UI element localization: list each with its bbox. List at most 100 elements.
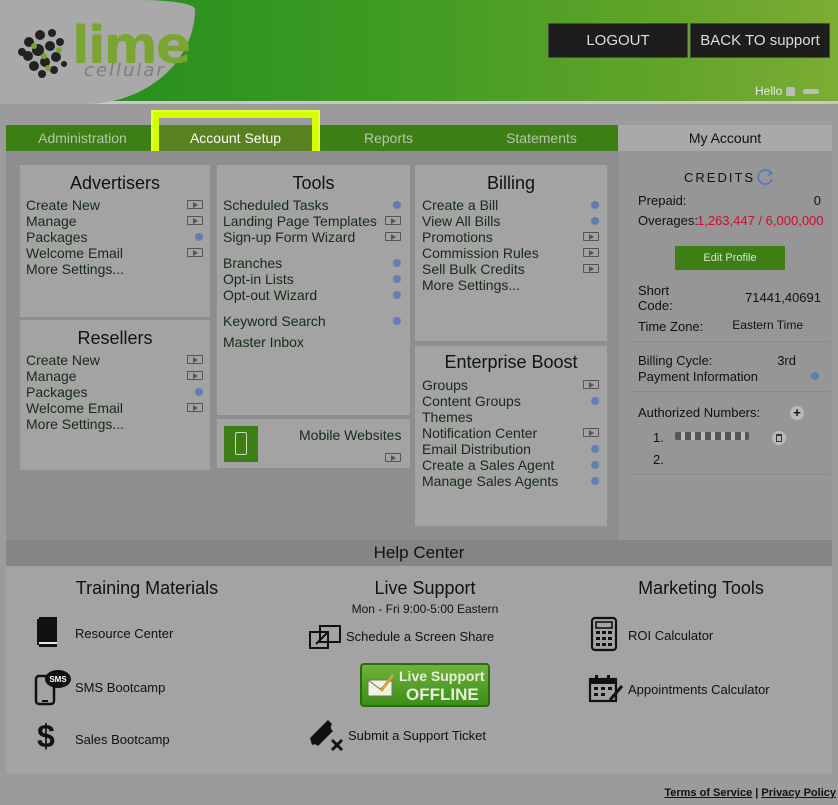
video-icon[interactable]: [583, 380, 599, 389]
billing-panel: Billing Create a Bill View All Bills Pro…: [415, 165, 607, 341]
video-icon[interactable]: [583, 428, 599, 437]
landing-page-templates-link[interactable]: Landing Page Templates: [223, 213, 377, 229]
mobile-phone-icon[interactable]: [224, 426, 258, 462]
advertisers-panel: Advertisers Create New Manage Packages W…: [20, 165, 210, 317]
roi-calculator-link[interactable]: ROI Calculator: [628, 628, 713, 643]
logo-subtitle: cellular: [84, 60, 166, 81]
resellers-packages-link[interactable]: Packages: [26, 384, 87, 400]
mobile-websites-link[interactable]: Mobile Websites: [299, 427, 401, 443]
signup-form-wizard-link[interactable]: Sign-up Form Wizard: [223, 229, 355, 245]
info-icon[interactable]: [195, 388, 203, 396]
billing-more-settings-link[interactable]: More Settings...: [422, 277, 520, 293]
content-groups-link[interactable]: Content Groups: [422, 393, 521, 409]
video-icon[interactable]: [187, 248, 203, 257]
email-distribution-link[interactable]: Email Distribution: [422, 441, 531, 457]
video-icon[interactable]: [187, 371, 203, 380]
groups-link[interactable]: Groups: [422, 377, 468, 393]
themes-link[interactable]: Themes: [422, 409, 473, 425]
info-icon[interactable]: [811, 372, 819, 380]
info-icon[interactable]: [591, 201, 599, 209]
scheduled-tasks-link[interactable]: Scheduled Tasks: [223, 197, 329, 213]
video-icon[interactable]: [187, 200, 203, 209]
advertisers-create-new-link[interactable]: Create New: [26, 197, 100, 213]
notification-center-link[interactable]: Notification Center: [422, 425, 537, 441]
resource-center-link[interactable]: Resource Center: [75, 626, 173, 641]
resellers-welcome-email-link[interactable]: Welcome Email: [26, 400, 123, 416]
privacy-policy-link[interactable]: Privacy Policy: [761, 787, 836, 799]
appointments-calculator-link[interactable]: Appointments Calculator: [628, 682, 770, 697]
book-icon[interactable]: [35, 616, 59, 648]
keyword-search-link[interactable]: Keyword Search: [223, 313, 326, 329]
payment-information-link[interactable]: Payment Information: [638, 369, 758, 384]
resellers-more-settings-link[interactable]: More Settings...: [26, 416, 124, 432]
edit-profile-button[interactable]: Edit Profile: [675, 246, 785, 270]
tab-administration[interactable]: Administration: [6, 125, 159, 151]
video-icon[interactable]: [187, 355, 203, 364]
screen-share-icon[interactable]: [308, 624, 342, 650]
info-icon[interactable]: [591, 461, 599, 469]
promotions-link[interactable]: Promotions: [422, 229, 493, 245]
opt-in-lists-link[interactable]: Opt-in Lists: [223, 271, 294, 287]
branches-link[interactable]: Branches: [223, 255, 282, 271]
back-to-support-button[interactable]: BACK TO support: [690, 23, 830, 58]
info-icon[interactable]: [195, 233, 203, 241]
create-a-bill-link[interactable]: Create a Bill: [422, 197, 498, 213]
sales-bootcamp-link[interactable]: Sales Bootcamp: [75, 732, 170, 747]
info-icon[interactable]: [393, 291, 401, 299]
info-icon[interactable]: [393, 201, 401, 209]
manage-sales-agents-link[interactable]: Manage Sales Agents: [422, 473, 558, 489]
video-icon[interactable]: [187, 403, 203, 412]
advertisers-title: Advertisers: [69, 173, 161, 193]
enterprise-boost-title: Enterprise Boost: [444, 352, 578, 372]
calculator-icon[interactable]: [590, 616, 618, 652]
logo[interactable]: lime cellular: [0, 0, 195, 104]
tab-statements[interactable]: Statements: [465, 125, 618, 151]
video-icon[interactable]: [583, 264, 599, 273]
info-icon[interactable]: [393, 317, 401, 325]
add-number-icon[interactable]: +: [790, 406, 804, 420]
video-icon[interactable]: [385, 216, 401, 225]
info-icon[interactable]: [393, 275, 401, 283]
sell-bulk-credits-link[interactable]: Sell Bulk Credits: [422, 261, 525, 277]
create-sales-agent-link[interactable]: Create a Sales Agent: [422, 457, 554, 473]
opt-out-wizard-link[interactable]: Opt-out Wizard: [223, 287, 317, 303]
authorized-number-index: 1.: [653, 430, 664, 445]
tab-reports[interactable]: Reports: [312, 125, 465, 151]
divider: [630, 341, 830, 342]
header-bar: lime cellular LOGOUT BACK TO support Hel…: [0, 0, 838, 104]
view-all-bills-link[interactable]: View All Bills: [422, 213, 500, 229]
info-icon[interactable]: [591, 217, 599, 225]
ticket-cancel-icon[interactable]: [306, 716, 346, 752]
delete-number-icon[interactable]: [772, 431, 786, 445]
live-support-offline-button[interactable]: Live Support OFFLINE: [360, 663, 490, 707]
video-icon[interactable]: [583, 248, 599, 257]
prepaid-value: 0: [813, 193, 821, 208]
video-icon[interactable]: [583, 232, 599, 241]
advertisers-packages-link[interactable]: Packages: [26, 229, 87, 245]
info-icon[interactable]: [393, 259, 401, 267]
logout-button[interactable]: LOGOUT: [548, 23, 688, 58]
advertisers-more-settings-link[interactable]: More Settings...: [26, 261, 124, 277]
credits-label: CREDITS: [684, 170, 756, 185]
info-icon[interactable]: [591, 477, 599, 485]
advertisers-welcome-email-link[interactable]: Welcome Email: [26, 245, 123, 261]
dollar-icon[interactable]: $: [37, 720, 55, 752]
submit-support-ticket-link[interactable]: Submit a Support Ticket: [348, 728, 486, 743]
sms-phone-icon[interactable]: SMS: [34, 668, 74, 706]
terms-of-service-link[interactable]: Terms of Service: [664, 787, 752, 799]
schedule-screen-share-link[interactable]: Schedule a Screen Share: [346, 629, 494, 644]
resellers-manage-link[interactable]: Manage: [26, 368, 77, 384]
advertisers-manage-link[interactable]: Manage: [26, 213, 77, 229]
info-icon[interactable]: [591, 445, 599, 453]
commission-rules-link[interactable]: Commission Rules: [422, 245, 539, 261]
video-icon[interactable]: [385, 453, 401, 462]
info-icon[interactable]: [591, 397, 599, 405]
mobile-websites-panel: Mobile Websites: [217, 419, 410, 468]
refresh-icon[interactable]: [755, 167, 775, 187]
calendar-icon[interactable]: [588, 674, 624, 704]
resellers-create-new-link[interactable]: Create New: [26, 352, 100, 368]
video-icon[interactable]: [187, 216, 203, 225]
master-inbox-link[interactable]: Master Inbox: [223, 334, 304, 350]
video-icon[interactable]: [385, 232, 401, 241]
sms-bootcamp-link[interactable]: SMS Bootcamp: [75, 680, 165, 695]
